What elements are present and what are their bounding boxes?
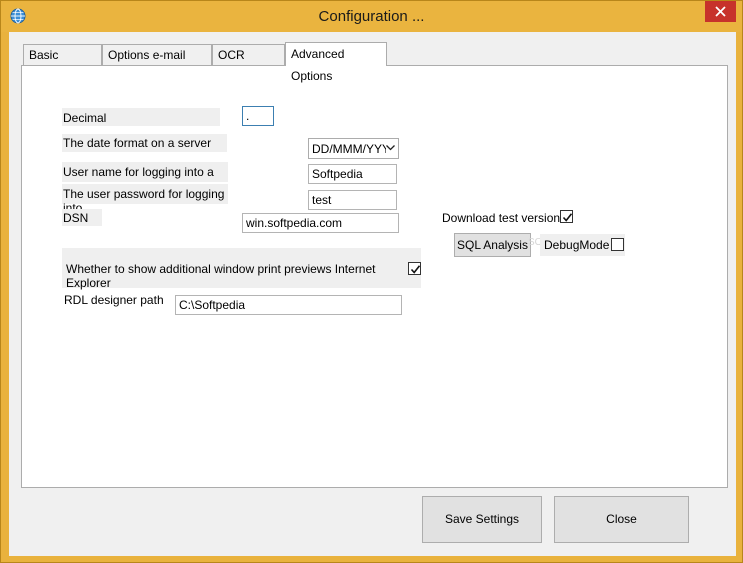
download-test-checkbox[interactable] xyxy=(560,210,573,223)
decimal-input[interactable]: . xyxy=(242,106,274,126)
tab-email-server[interactable]: Options e-mail server xyxy=(102,44,212,82)
chevron-down-icon xyxy=(386,145,395,151)
checkmark-icon xyxy=(562,213,573,222)
debug-mode-checkbox[interactable] xyxy=(611,238,624,251)
dsn-label: DSN xyxy=(62,209,102,226)
sql-analysis-button[interactable]: SQL Analysis xyxy=(454,233,531,257)
download-test-label: Download test versions xyxy=(442,211,567,225)
rdl-path-label: RDL designer path xyxy=(64,293,164,307)
tab-advanced-options[interactable]: Advanced Options xyxy=(285,42,387,83)
print-preview-checkbox[interactable] xyxy=(408,262,421,275)
configuration-window: Configuration ... Basic Settings Options… xyxy=(0,0,743,563)
title-bar[interactable]: Configuration ... xyxy=(1,1,742,32)
user-password-input[interactable]: test xyxy=(308,190,397,210)
close-button[interactable]: Close xyxy=(554,496,689,543)
date-format-select[interactable]: DD/MMM/YYYY xyxy=(308,138,399,159)
date-format-label: The date format on a server xyxy=(62,134,227,152)
print-preview-label: Whether to show additional window print … xyxy=(62,248,421,290)
checkmark-icon xyxy=(410,265,421,274)
user-name-label: User name for logging into a xyxy=(62,162,228,182)
window-title: Configuration ... xyxy=(318,8,425,25)
close-icon xyxy=(715,6,726,17)
tab-ocr-options[interactable]: OCR Options xyxy=(212,44,285,82)
window-close-button[interactable] xyxy=(705,1,736,22)
tab-basic-settings[interactable]: Basic Settings xyxy=(23,44,102,82)
dsn-input[interactable]: win.softpedia.com xyxy=(242,213,399,233)
save-settings-button[interactable]: Save Settings xyxy=(422,496,542,543)
decimal-label: Decimal xyxy=(62,108,220,126)
user-name-input[interactable]: Softpedia xyxy=(308,164,397,184)
advanced-options-panel: Decimal . The date format on a server DD… xyxy=(21,65,728,488)
date-format-value: DD/MMM/YYYY xyxy=(312,142,386,156)
dialog-client-area: Basic Settings Options e-mail server OCR… xyxy=(9,32,736,556)
rdl-path-input[interactable]: C:\Softpedia xyxy=(175,295,402,315)
user-password-label: The user password for logging into xyxy=(62,184,228,215)
